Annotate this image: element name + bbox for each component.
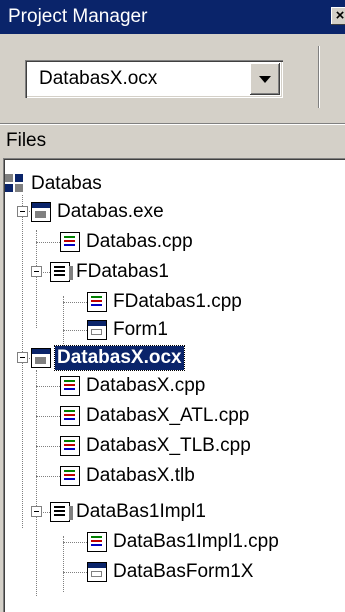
tree-item-root[interactable]: Databas [5, 170, 104, 198]
tree-item[interactable]: Databas.exe [31, 198, 166, 226]
tree-connector [63, 572, 87, 573]
tree-connector [36, 230, 37, 328]
files-header: Files [0, 123, 345, 155]
tree-item[interactable]: DataBas1Impl1.cpp [87, 528, 281, 556]
toolbar-separator [318, 46, 319, 108]
cpp-file-icon [60, 406, 80, 426]
tree-connector [36, 416, 60, 417]
project-group-icon [5, 174, 25, 194]
tree-connector [36, 446, 60, 447]
tree-connector [36, 386, 60, 387]
tree-item[interactable]: DatabasX.tlb [60, 462, 197, 490]
form-icon [87, 320, 107, 340]
files-label: Files [6, 130, 47, 151]
title-bar[interactable]: Project Manager × [0, 0, 345, 34]
collapse-toggle[interactable] [17, 206, 28, 217]
window-title: Project Manager [8, 6, 148, 27]
tree-connector [63, 330, 87, 331]
exe-project-icon [31, 348, 51, 368]
tree-connector [63, 536, 64, 592]
toolbar: DatabasX.ocx [0, 34, 345, 120]
cpp-file-icon [60, 436, 80, 456]
tree-item[interactable]: Databas.cpp [60, 228, 195, 256]
tree-item[interactable]: FDatabas1 [50, 258, 171, 286]
tree-connector [63, 542, 87, 543]
collapse-toggle[interactable] [31, 266, 42, 277]
project-combo[interactable]: DatabasX.ocx [25, 60, 283, 98]
tree-connector [36, 370, 37, 596]
tree-connector [63, 302, 87, 303]
tree-connector [36, 242, 60, 243]
cpp-file-icon [60, 376, 80, 396]
collapse-toggle[interactable] [31, 506, 42, 517]
tree-item[interactable]: DatabasX_ATL.cpp [60, 402, 251, 430]
unit-icon [50, 502, 73, 522]
cpp-file-icon [87, 532, 107, 552]
file-tree[interactable]: Databas Databas.exe Databas.cpp FDatabas… [3, 158, 345, 612]
tree-item[interactable]: Form1 [87, 316, 170, 344]
close-button[interactable]: × [331, 7, 345, 25]
form-icon [87, 562, 107, 582]
project-combo-value: DatabasX.ocx [39, 68, 158, 89]
tree-item[interactable]: DataBas1Impl1 [50, 498, 208, 526]
tree-item[interactable]: DatabasX.cpp [60, 372, 207, 400]
project-manager-window: Project Manager × DatabasX.ocx Files Dat… [0, 0, 345, 612]
close-icon: × [335, 7, 345, 24]
exe-project-icon [31, 202, 51, 222]
cpp-file-icon [60, 466, 80, 486]
tree-item-selected[interactable]: DatabasX.ocx [31, 344, 185, 372]
project-combo-dropdown-button[interactable] [250, 63, 280, 95]
tree-item[interactable]: DatabasX_TLB.cpp [60, 432, 253, 460]
tree-connector [36, 476, 60, 477]
unit-icon [50, 262, 73, 282]
tree-item[interactable]: FDatabas1.cpp [87, 288, 244, 316]
cpp-file-icon [60, 232, 80, 252]
tree-item[interactable]: DataBasForm1X [87, 558, 255, 586]
cpp-file-icon [87, 292, 107, 312]
collapse-toggle[interactable] [17, 352, 28, 363]
